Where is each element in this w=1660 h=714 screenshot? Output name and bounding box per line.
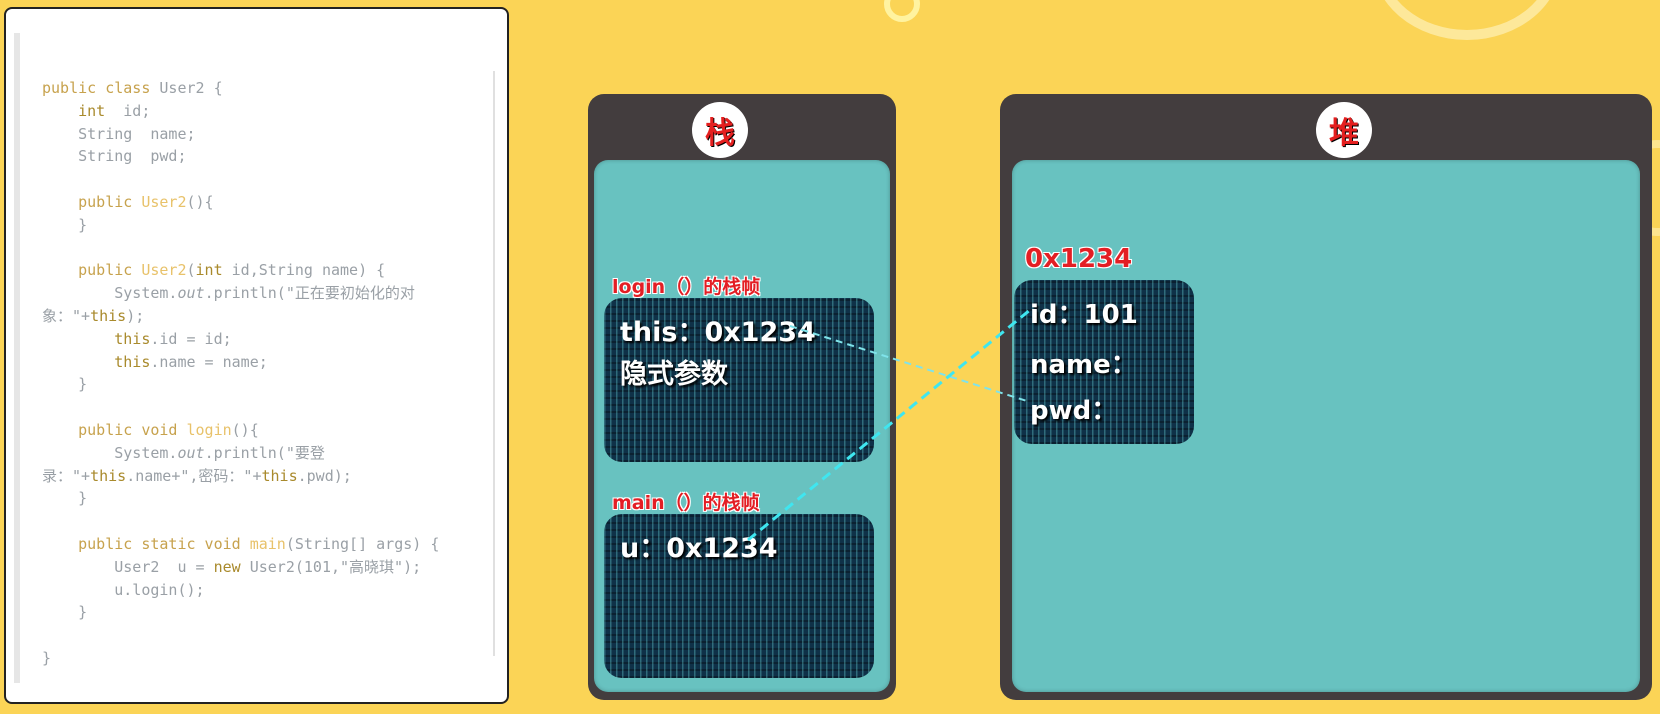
this-to-object-arrow [789,325,1031,403]
reference-arrows [747,308,1031,542]
u-to-object-arrow [747,308,1031,542]
